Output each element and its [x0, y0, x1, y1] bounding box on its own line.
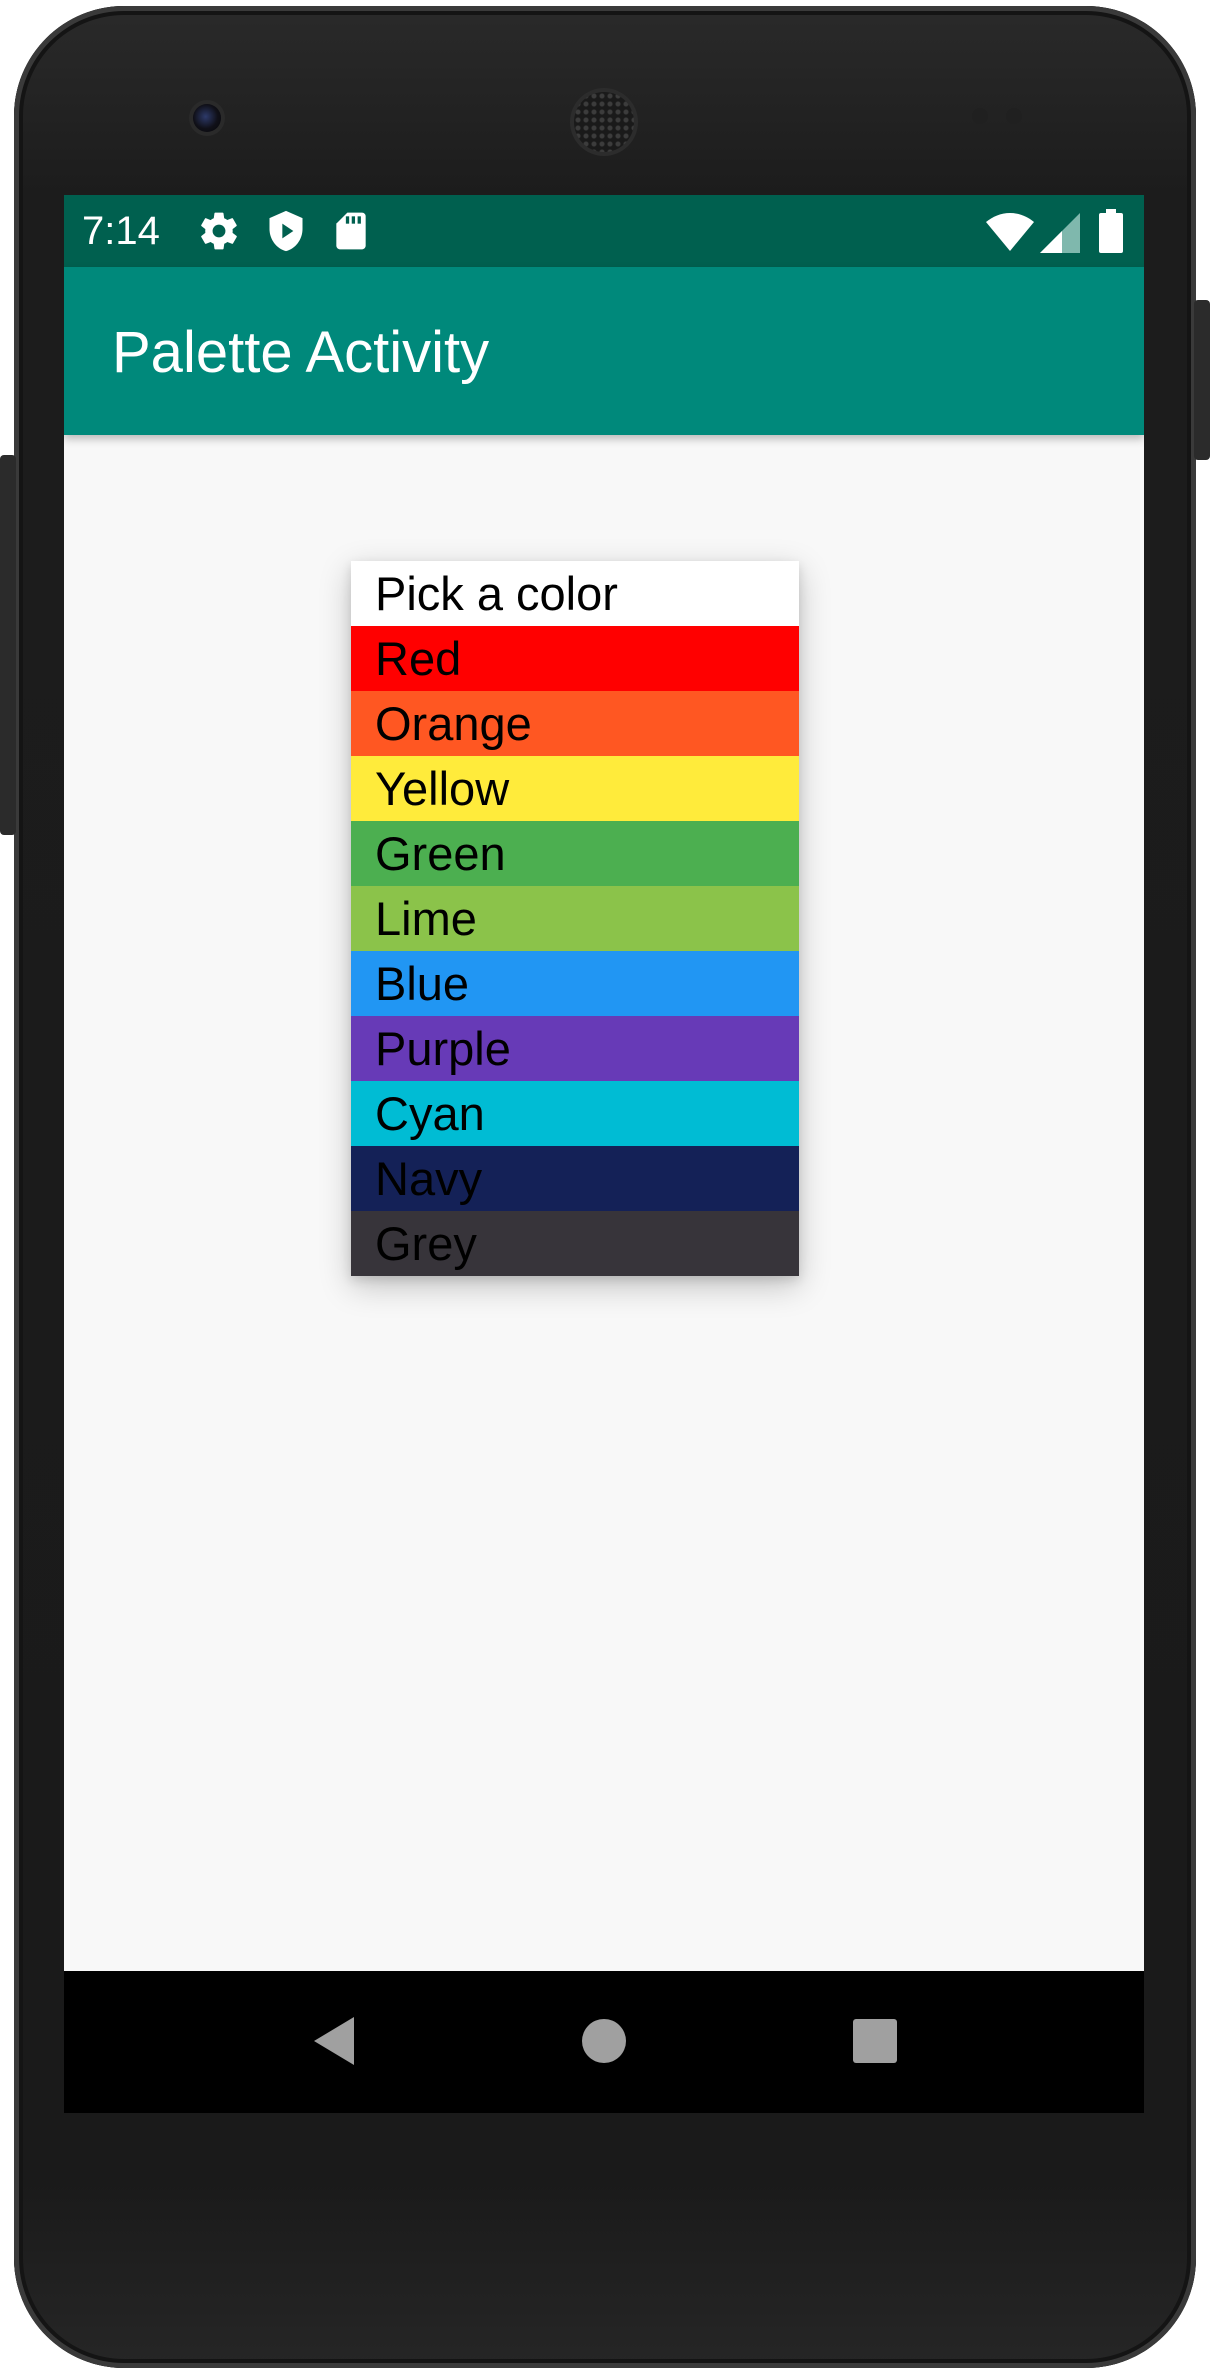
dropdown-option-blue[interactable]: Blue: [351, 951, 799, 1016]
app-bar: Palette Activity: [64, 267, 1144, 435]
play-protect-icon: [264, 209, 308, 253]
power-button: [1194, 300, 1210, 460]
page-title: Palette Activity: [112, 320, 490, 385]
back-icon[interactable]: [306, 2011, 366, 2071]
home-icon[interactable]: [574, 2011, 634, 2071]
dropdown-option-red[interactable]: Red: [351, 626, 799, 691]
proximity-sensor: [972, 108, 988, 124]
dropdown-option-purple[interactable]: Purple: [351, 1016, 799, 1081]
screen: 7:14 Palette Activity Pick a color Red O…: [64, 195, 1144, 2113]
earpiece-speaker: [574, 92, 634, 152]
dropdown-option-placeholder[interactable]: Pick a color: [351, 561, 799, 626]
dropdown-option-navy[interactable]: Navy: [351, 1146, 799, 1211]
wifi-icon: [986, 209, 1034, 253]
sd-card-icon: [329, 209, 373, 253]
recents-icon[interactable]: [845, 2011, 905, 2071]
cell-signal-icon: [1040, 209, 1084, 253]
status-time: 7:14: [82, 209, 160, 253]
dropdown-option-orange[interactable]: Orange: [351, 691, 799, 756]
main-content: Pick a color Red Orange Yellow Green Lime Blue…: [64, 435, 1144, 1965]
dropdown-option-lime[interactable]: Lime: [351, 886, 799, 951]
settings-gear-icon: [197, 209, 241, 253]
battery-icon: [1098, 209, 1142, 253]
navigation-bar: [64, 1971, 1144, 2113]
front-camera: [193, 104, 221, 132]
light-sensor: [1006, 108, 1022, 124]
color-dropdown-popup: Pick a color Red Orange Yellow Green Lime Blue…: [351, 561, 799, 1276]
dropdown-option-green[interactable]: Green: [351, 821, 799, 886]
status-bar: 7:14: [64, 195, 1144, 267]
dropdown-option-grey[interactable]: Grey: [351, 1211, 799, 1276]
dropdown-option-yellow[interactable]: Yellow: [351, 756, 799, 821]
dropdown-option-cyan[interactable]: Cyan: [351, 1081, 799, 1146]
volume-button: [0, 455, 16, 835]
